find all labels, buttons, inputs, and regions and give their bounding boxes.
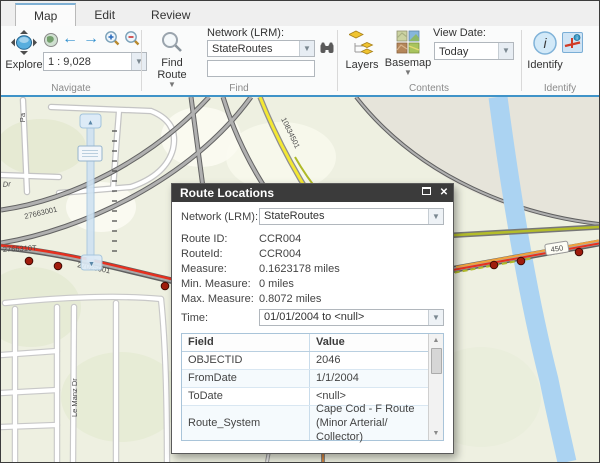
group-separator (141, 30, 142, 91)
route-shield-450: 450 (544, 240, 570, 256)
routeid-label: RouteId: (181, 248, 223, 260)
max-measure-label: Max. Measure: (181, 293, 254, 305)
time-combo[interactable]: 01/01/2004 to <null> ▼ (259, 309, 444, 326)
identify-icon: i (532, 30, 558, 59)
table-row[interactable]: FromDate 1/1/2004 (182, 370, 428, 388)
dropdown-arrow-icon: ▼ (404, 68, 412, 77)
scroll-up-icon[interactable]: ▲ (433, 334, 440, 347)
layers-label: Layers (345, 59, 379, 71)
street-label-dr: Dr (2, 179, 11, 189)
field-column-header: Field (182, 334, 310, 351)
next-extent-icon[interactable]: → (83, 31, 99, 47)
maximize-button[interactable] (417, 184, 435, 202)
route-search-input[interactable] (207, 60, 315, 77)
explore-label: Explore (5, 59, 43, 71)
dialog-network-combo[interactable]: StateRoutes ▼ (259, 208, 444, 225)
find-route-label1: Find (161, 57, 183, 69)
dropdown-arrow-icon[interactable]: ▼ (428, 209, 443, 224)
dropdown-arrow-icon[interactable]: ▼ (428, 310, 443, 325)
route-id-row: Route ID: CCR004 (181, 232, 444, 247)
measure-label: Measure: (181, 263, 227, 275)
explore-button[interactable]: Explore (5, 29, 43, 71)
zoom-out-icon[interactable] (124, 30, 141, 52)
tab-map[interactable]: Map (15, 3, 77, 27)
group-label-find: Find (229, 83, 249, 94)
min-measure-row: Min. Measure: 0 miles (181, 277, 444, 292)
route-locations-dialog: Route Locations ✕ Network (LRM): StateRo… (171, 183, 454, 454)
identify-button[interactable]: i Identify (527, 30, 563, 71)
explore-icon (10, 29, 38, 59)
view-date-label: View Date: (433, 27, 486, 39)
identify-label: Identify (527, 59, 563, 71)
find-route-icon (160, 30, 184, 57)
group-separator (337, 30, 338, 91)
group-label-contents: Contents (408, 83, 450, 94)
tab-edit[interactable]: Edit (76, 4, 133, 26)
scroll-down-icon[interactable]: ▼ (433, 427, 440, 440)
dropdown-arrow-icon[interactable]: ▼ (131, 53, 146, 70)
group-label-identify: Identify (543, 83, 577, 94)
group-label-navigate: Navigate (51, 83, 91, 94)
dialog-title-bar[interactable]: Route Locations ✕ (172, 184, 453, 202)
layers-button[interactable]: Layers (343, 30, 381, 71)
full-extent-icon[interactable] (43, 32, 59, 53)
time-value: 01/01/2004 to <null> (264, 311, 365, 323)
table-scrollbar[interactable]: ▲ ▼ (428, 334, 443, 440)
dropdown-arrow-icon[interactable]: ▼ (498, 43, 513, 59)
time-label: Time: (181, 311, 209, 324)
find-route-button[interactable]: Find Route ▼ (151, 30, 193, 89)
ribbon-tab-bar: Map Edit Review (1, 1, 599, 27)
max-measure-value: 0.8072 miles (259, 293, 322, 305)
table-row[interactable]: Route_System Cape Cod - F Route (Minor A… (182, 403, 428, 443)
routeid-value: CCR004 (259, 248, 302, 260)
identify-route-icon: i (564, 34, 581, 48)
street-label-pa: Pa (18, 112, 27, 122)
map-scale-combo[interactable]: 1 : 9,028 ▼ (43, 52, 147, 71)
max-measure-row: Max. Measure: 0.8072 miles (181, 292, 444, 307)
view-date-value: Today (439, 46, 469, 58)
table-row[interactable]: OBJECTID 2046 (182, 352, 428, 370)
binoculars-icon[interactable] (319, 40, 335, 61)
route-id-value: CCR004 (259, 233, 302, 245)
event-editor-window: Map Edit Review Explore ← → 1: 9,028 ▼ … (0, 0, 600, 463)
close-button[interactable]: ✕ (435, 184, 453, 202)
route-id-label: Route ID: (181, 233, 228, 245)
basemap-icon (396, 30, 420, 57)
identify-route-locations-tool[interactable]: i (562, 32, 583, 53)
scrollbar-thumb[interactable] (430, 348, 442, 374)
previous-extent-icon[interactable]: ← (62, 31, 78, 47)
maximize-icon (421, 187, 431, 195)
tab-review[interactable]: Review (133, 4, 208, 26)
slider-down-icon: ▼ (88, 261, 95, 268)
dialog-network-value: StateRoutes (264, 210, 325, 222)
measure-row: Measure: 0.1623178 miles (181, 262, 444, 277)
measure-value: 0.1623178 miles (259, 263, 340, 275)
route-label-2766310T: 2766310T (3, 243, 38, 254)
layers-icon (348, 30, 375, 59)
ribbon: Explore ← → 1 : 9,028 ▼ Navigate Find Ro… (1, 26, 599, 97)
min-measure-label: Min. Measure: (181, 278, 251, 290)
dialog-network-label: Network (LRM): (181, 210, 259, 223)
group-separator (521, 30, 522, 91)
routeid-row: RouteId: CCR004 (181, 247, 444, 262)
view-date-combo[interactable]: Today ▼ (434, 42, 514, 60)
svg-text:i: i (576, 36, 577, 42)
table-header-row: Field Value (182, 334, 428, 352)
map-scale-value: 1 : 9,028 (48, 56, 91, 68)
dropdown-arrow-icon[interactable]: ▼ (299, 41, 314, 56)
dialog-body: Network (LRM): StateRoutes ▼ Route ID: C… (172, 202, 453, 443)
dialog-title: Route Locations (180, 186, 275, 200)
value-column-header: Value (316, 336, 345, 348)
zoom-in-icon[interactable] (104, 30, 121, 52)
network-lrm-value: StateRoutes (212, 43, 273, 55)
slider-up-icon: ▲ (87, 120, 94, 127)
attribute-table: Field Value OBJECTID 2046 FromDate 1/1/2… (181, 333, 444, 443)
basemap-button[interactable]: Basemap ▼ (385, 30, 431, 77)
min-measure-value: 0 miles (259, 278, 294, 290)
slider-track[interactable] (86, 116, 95, 263)
network-lrm-combo[interactable]: StateRoutes ▼ (207, 40, 315, 57)
network-lrm-label: Network (LRM): (207, 27, 285, 39)
street-label-le-manz-dr: Le Manz Dr (70, 378, 79, 417)
